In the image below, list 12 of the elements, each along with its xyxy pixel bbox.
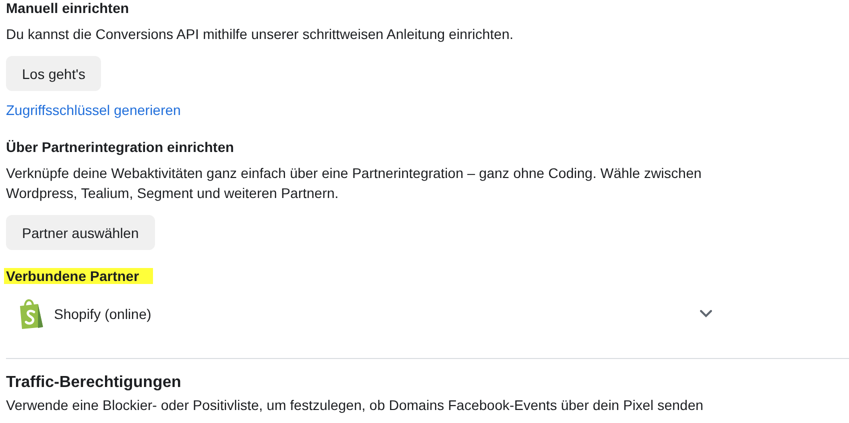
- chevron-down-icon[interactable]: [700, 310, 712, 318]
- section-heading: Über Partnerintegration einrichten: [6, 139, 234, 155]
- generate-key-link[interactable]: Zugriffsschlüssel generieren: [6, 100, 181, 120]
- action-button[interactable]: Partner auswählen: [6, 215, 155, 250]
- section-description: Du kannst die Conversions API mithilfe unserer schrittweisen Anleitung einrichten.: [6, 25, 514, 44]
- action-button[interactable]: Los geht's: [6, 56, 102, 91]
- section-heading: Traffic-Berechtigungen: [6, 373, 182, 393]
- section-heading: Verbundene Partner: [4, 268, 154, 284]
- section-heading: Manuell einrichten: [6, 0, 129, 16]
- section-description: Verwende eine Blockier- oder Positivliste, um festzulegen, ob Domains Facebook-Events über dein Pixel senden: [6, 396, 704, 415]
- section-description: Verknüpfe deine Webaktivitäten ganz einfach über eine Partnerintegration – ganz ohne Coding. Wähle zwischen Wordpress, Tealium, Segment und weiteren Partnern.: [6, 164, 703, 203]
- partner-name: Shopify (online): [54, 305, 152, 324]
